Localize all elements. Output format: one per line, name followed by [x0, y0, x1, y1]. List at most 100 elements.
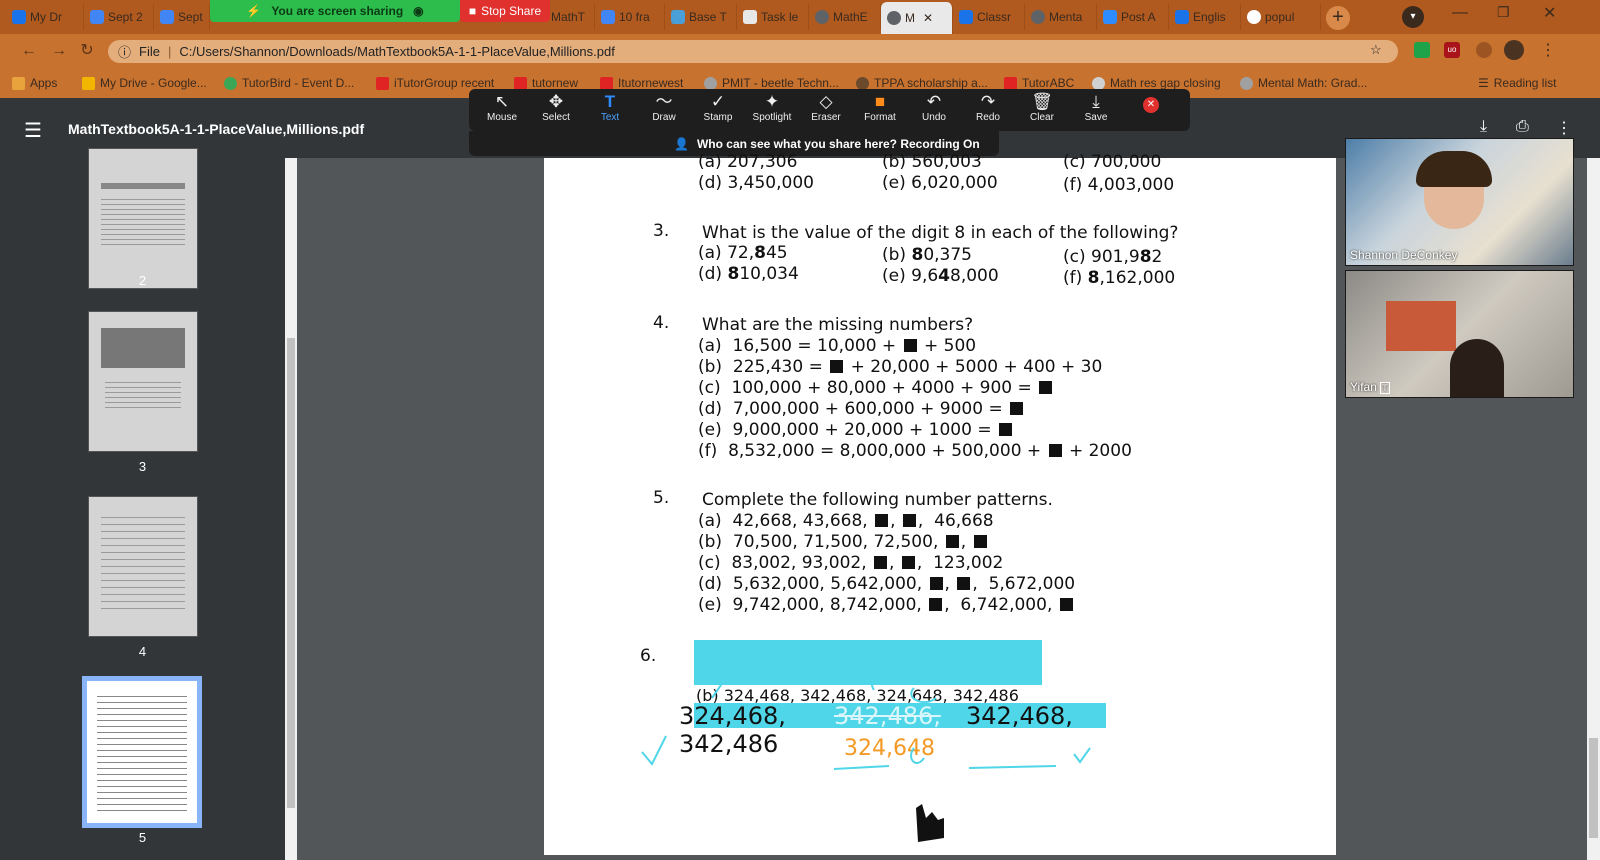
sharing-icon: ⚡	[246, 4, 262, 18]
bookmark-tutorbird[interactable]: TutorBird - Event D...	[224, 76, 354, 90]
tab-mathe[interactable]: MathE	[809, 4, 881, 30]
tab-google-search[interactable]: popul	[1241, 4, 1321, 30]
page-number-4: 4	[138, 644, 147, 659]
reload-icon[interactable]: ↻	[76, 40, 98, 62]
close-window-icon[interactable]: ✕	[1543, 3, 1556, 23]
answer-a: (a) 207,306	[698, 152, 798, 172]
mouse-pointer-icon: ↖	[494, 92, 510, 111]
bookmark-my-drive[interactable]: My Drive - Google...	[82, 76, 207, 90]
tab-search-icon[interactable]: ▾	[1402, 6, 1424, 28]
zoom-icon	[1103, 10, 1117, 24]
bookmark-mental-math[interactable]: Mental Math: Grad...	[1240, 76, 1367, 90]
page-thumbnail-4[interactable]	[88, 496, 198, 637]
tool-save[interactable]: ⤓ Save	[1071, 92, 1121, 123]
tab-english[interactable]: Englis	[1169, 4, 1241, 30]
reading-list-button[interactable]: ☰ Reading list	[1478, 76, 1556, 90]
page-scrollbar[interactable]	[1587, 158, 1600, 860]
map-poster	[1386, 301, 1456, 351]
bookmark-tutornew[interactable]: tutornew	[514, 76, 578, 90]
restore-icon[interactable]: ❐	[1497, 4, 1510, 21]
participant-video-yifan[interactable]: Yifan T	[1345, 270, 1574, 398]
bookmark-pmit[interactable]: PMIT - beetle Techn...	[704, 76, 839, 90]
tool-draw[interactable]: 〜 Draw	[639, 92, 689, 123]
bookmark-apps[interactable]: Apps	[12, 76, 57, 90]
extension-icon[interactable]	[1414, 42, 1430, 58]
tab-classroom[interactable]: Classr	[953, 4, 1025, 30]
tool-clear[interactable]: 🗑 Clear	[1017, 92, 1067, 123]
format-color-icon: ■	[874, 92, 886, 111]
tab-mental[interactable]: Menta	[1025, 4, 1097, 30]
q4-line-d: (d) 7,000,000 + 600,000 + 9000 =	[698, 399, 1025, 419]
url-text[interactable]: C:/Users/Shannon/Downloads/MathTextbook5…	[179, 44, 614, 59]
tab-task-learning[interactable]: Task le	[737, 4, 809, 30]
tab-post-a[interactable]: Post A	[1097, 4, 1169, 30]
tutorbird-icon	[224, 76, 237, 90]
itutor-icon	[376, 76, 389, 90]
page-thumbnail-2[interactable]	[88, 148, 198, 289]
page-thumbnail-5[interactable]	[82, 676, 202, 828]
tab-active-pdf[interactable]: M ✕	[881, 2, 953, 34]
classroom-icon	[1175, 10, 1189, 24]
q4-line-b: (b) 225,430 = + 20,000 + 5000 + 400 + 30	[698, 357, 1103, 377]
tool-undo[interactable]: ↶ Undo	[909, 92, 959, 123]
tool-text[interactable]: T Text	[585, 92, 635, 123]
tab-matht[interactable]: MathT	[545, 4, 595, 30]
profile-avatar[interactable]	[1504, 40, 1524, 60]
task-icon	[743, 10, 757, 24]
page-number-3: 3	[138, 459, 147, 474]
tab-sept[interactable]: Sept	[154, 4, 210, 30]
redo-icon: ↷	[980, 92, 996, 111]
forward-icon[interactable]: →	[48, 40, 70, 62]
tool-select[interactable]: ✥ Select	[531, 92, 581, 123]
bookmark-tppa[interactable]: TPPA scholarship a...	[856, 76, 988, 90]
tool-spotlight[interactable]: ✦ Spotlight	[747, 92, 797, 123]
close-annotation-icon[interactable]: ✕	[1143, 97, 1159, 113]
tool-redo[interactable]: ↷ Redo	[963, 92, 1013, 123]
star-icon[interactable]: ☆	[1370, 42, 1382, 58]
new-tab-button[interactable]: +	[1326, 6, 1350, 30]
tool-stamp[interactable]: ✓ Stamp	[693, 92, 743, 123]
minimize-icon[interactable]: —	[1452, 4, 1468, 22]
omnibox[interactable]: ⓘ File | C:/Users/Shannon/Downloads/Math…	[108, 40, 1398, 63]
tab-my-drive[interactable]: My Dr	[6, 4, 84, 30]
q3-item-e: (e) 9,648,000	[882, 266, 999, 286]
page-thumbnail-3[interactable]	[88, 311, 198, 452]
stop-share-button[interactable]: ■ Stop Share	[460, 0, 550, 22]
bookmark-math-res[interactable]: Math res gap closing	[1092, 76, 1221, 90]
hamburger-menu-icon[interactable]: ☰	[24, 118, 42, 143]
globe-icon	[704, 76, 717, 90]
ublock-icon[interactable]: uo	[1444, 42, 1460, 58]
q4-line-f: (f) 8,532,000 = 8,000,000 + 500,000 + + …	[698, 441, 1132, 461]
q5-line-e: (e) 9,742,000, 8,742,000, , 6,742,000,	[698, 595, 1075, 615]
close-tab-icon[interactable]: ✕	[923, 11, 933, 25]
participant-video-shannon[interactable]: Shannon DeConkey	[1345, 138, 1574, 266]
tool-format[interactable]: ■ Format	[855, 92, 905, 123]
sidebar-scrollbar[interactable]	[285, 158, 297, 860]
bookmark-itutornewest[interactable]: Itutornewest	[600, 76, 683, 90]
sidebar-scroll-thumb[interactable]	[287, 338, 295, 808]
tab-base-ten[interactable]: Base T	[665, 4, 737, 30]
download-icon[interactable]: ⤓	[1480, 118, 1487, 136]
info-icon: ⓘ	[118, 45, 132, 60]
menu-dots-icon[interactable]: ⋮	[1540, 40, 1556, 60]
print-icon[interactable]: ⎙	[1516, 118, 1529, 136]
tool-eraser[interactable]: ◇ Eraser	[801, 92, 851, 123]
globe-icon	[887, 11, 901, 25]
trash-icon: 🗑	[1031, 92, 1053, 111]
tool-mouse[interactable]: ↖ Mouse	[477, 92, 527, 123]
back-icon[interactable]: ←	[18, 40, 40, 62]
tab-10-frames[interactable]: 10 fra	[595, 4, 665, 30]
google-docs-icon	[160, 10, 174, 24]
more-options-icon[interactable]: ⋮	[1556, 118, 1572, 138]
select-move-icon: ✥	[548, 92, 564, 111]
save-icon: ⤓	[1092, 92, 1100, 111]
tab-sept-2[interactable]: Sept 2	[84, 4, 154, 30]
bookmark-itutorgroup[interactable]: iTutorGroup recent	[376, 76, 494, 90]
page-scroll-thumb[interactable]	[1589, 738, 1598, 838]
participant-face	[1450, 339, 1504, 397]
itutor-icon	[600, 76, 613, 90]
q3-item-d: (d) 810,034	[698, 264, 799, 284]
bookmark-tutorabc[interactable]: TutorABC	[1004, 76, 1074, 90]
puzzle-icon[interactable]	[1476, 42, 1492, 58]
draw-icon: 〜	[655, 92, 673, 111]
